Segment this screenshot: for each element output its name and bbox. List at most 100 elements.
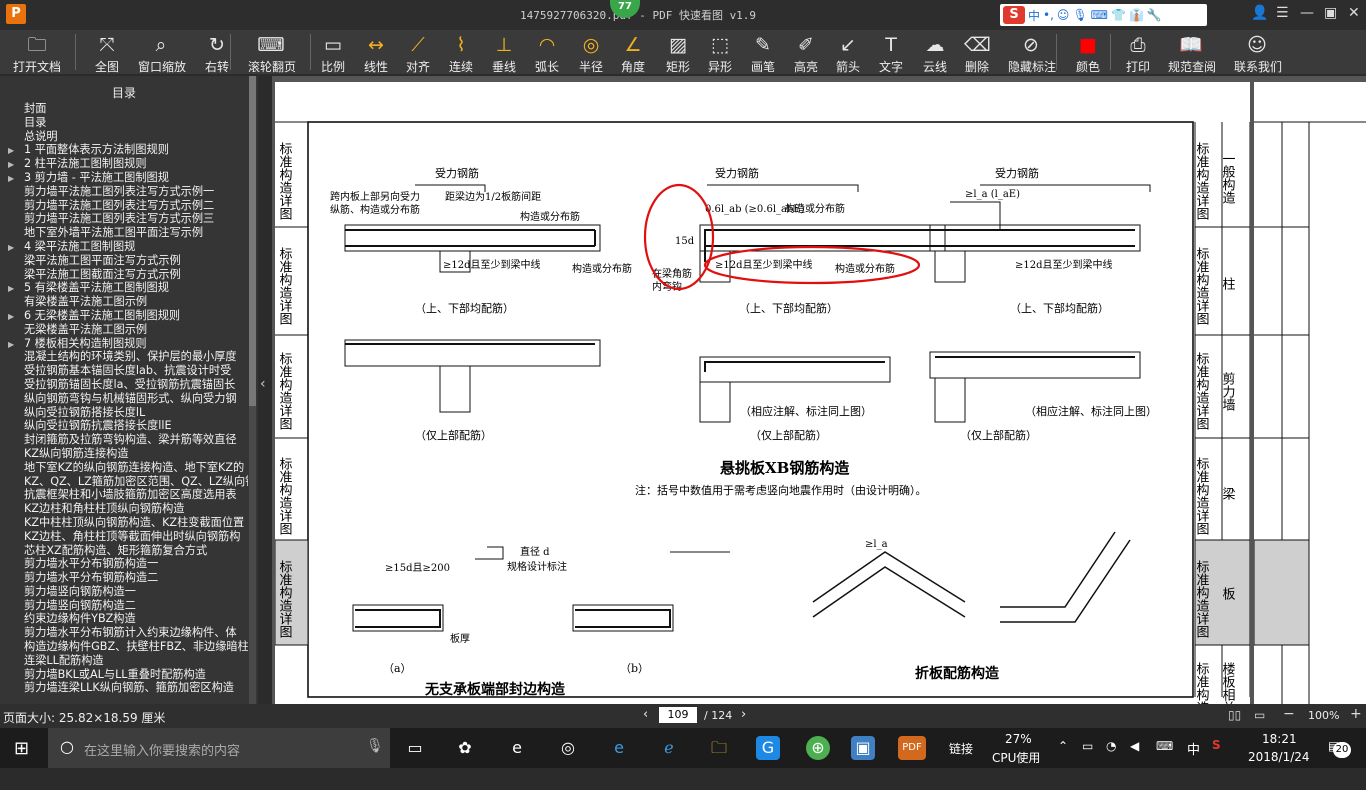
expand-arrow-icon[interactable]: ▶ (8, 241, 24, 254)
toc-item[interactable]: ▶ 2 柱平法施工图制图规则 (0, 157, 248, 171)
zoom-in-button[interactable]: + (1350, 706, 1362, 722)
toc-item[interactable]: 受拉钢筋锚固长度la、受拉钢筋抗震锚固长 (0, 378, 248, 392)
toc-item[interactable]: 地下室KZ的纵向钢筋连接构造、地下室KZ的 (0, 461, 248, 475)
toolbar-rotate-button[interactable]: ↻ 右转 (204, 30, 230, 74)
pdf-page-next[interactable] (1253, 82, 1366, 704)
toolbar-rect-button[interactable]: ▨ 矩形 (665, 30, 691, 74)
toc-item[interactable]: 剪力墙平法施工图列表注写方式示例三 (0, 212, 248, 226)
continuous-page-icon[interactable]: ▭ (1254, 708, 1265, 722)
toc-item[interactable]: KZ纵向钢筋连接构造 (0, 447, 248, 461)
toolbar-shape-button[interactable]: ⬚ 异形 (707, 30, 733, 74)
toc-item[interactable]: ▶ 3 剪力墙 - 平法施工图制图规 (0, 171, 248, 185)
edge-blue-icon[interactable]: e (607, 736, 631, 760)
minimize-button[interactable]: — (1300, 5, 1314, 21)
volume-icon[interactable]: ◀ (1130, 739, 1139, 779)
ime-punct-icon[interactable]: •, (1043, 8, 1054, 22)
clock-date[interactable]: 2018/1/24 (1248, 750, 1310, 790)
toolbar-continuous-button[interactable]: ⌇ 连续 (448, 30, 474, 74)
ime-toolbar[interactable]: S 中 •, ☺ 🎙 ⌨ 👕 👔 🔧 (1000, 4, 1207, 26)
ime-tools-icon[interactable]: 🔧 (1147, 8, 1162, 22)
expand-arrow-icon[interactable]: ▶ (8, 144, 24, 157)
toc-item[interactable]: 剪力墙水平分布钢筋构造二 (0, 571, 248, 585)
fan-app-icon[interactable]: ✿ (453, 736, 477, 760)
toolbar-radius-button[interactable]: ◎ 半径 (578, 30, 604, 74)
edge-icon[interactable]: e (505, 736, 529, 760)
toc-item[interactable]: 梁平法施工图平面注写方式示例 (0, 254, 248, 268)
toolbar-print-button[interactable]: ⎙ 打印 (1125, 30, 1151, 74)
toolbar-eraser-button[interactable]: ⌫ 删除 (964, 30, 991, 74)
green-app-icon[interactable]: ⊕ (806, 736, 830, 760)
ime-skin-icon[interactable]: 👔 (1129, 8, 1144, 22)
mic-icon[interactable]: 🎙 (366, 738, 384, 754)
pdf-app-icon[interactable]: PDF (898, 736, 926, 760)
toc-item[interactable]: 抗震框架柱和小墙肢箍筋加密区高度选用表 (0, 488, 248, 502)
toc-item[interactable]: ▶ 1 平面整体表示方法制图规则 (0, 143, 248, 157)
toolbar-contact-button[interactable]: ☺ 联系我们 (1234, 30, 1282, 74)
toolbar-mouse-button[interactable]: ⌨ 滚轮翻页 (248, 30, 296, 74)
spiral-app-icon[interactable]: ◎ (556, 736, 580, 760)
app-logo-icon[interactable]: P (6, 4, 26, 24)
toc-item[interactable]: 地下室外墙平法施工图平面注写示例 (0, 226, 248, 240)
expand-arrow-icon[interactable]: ▶ (8, 338, 24, 351)
toolbar-text-button[interactable]: T 文字 (878, 30, 904, 74)
input-lang[interactable]: 中 (1187, 739, 1200, 779)
toolbar-arrow-button[interactable]: ↙ 箭头 (835, 30, 861, 74)
toc-item[interactable]: ▶ 5 有梁楼盖平法施工图制图规 (0, 281, 248, 295)
file-explorer-icon[interactable]: 🗀 (707, 736, 731, 760)
toc-item[interactable]: 封面 (0, 102, 248, 116)
toolbar-arc-button[interactable]: ◠ 弧长 (534, 30, 560, 74)
tray-chevron-icon[interactable]: ⌃ (1058, 739, 1068, 779)
task-view-icon[interactable]: ▭ (403, 736, 427, 760)
notification-badge[interactable]: 20 (1333, 742, 1351, 758)
link-label[interactable]: 链接 (949, 740, 973, 780)
single-page-icon[interactable]: ▯▯ (1228, 708, 1241, 722)
toc-item[interactable]: 目录 (0, 116, 248, 130)
toc-item[interactable]: KZ中柱柱顶纵向钢筋构造、KZ柱变截面位置 (0, 516, 248, 530)
toolbar-zoom-button[interactable]: ⌕ 窗口缩放 (138, 30, 186, 74)
toc-item[interactable]: ▶ 4 梁平法施工图制图规 (0, 240, 248, 254)
close-button[interactable]: ✕ (1348, 5, 1360, 21)
ie-icon[interactable]: ℯ (657, 736, 681, 760)
toc-scrollbar-thumb[interactable] (249, 76, 256, 406)
toc-item[interactable]: 总说明 (0, 130, 248, 144)
account-icon[interactable]: 👤 (1251, 5, 1268, 21)
browser-g-icon[interactable]: G (756, 736, 780, 760)
toc-item[interactable]: 剪力墙竖向钢筋构造二 (0, 599, 248, 613)
toolbar-fit-button[interactable]: ⤧ 全图 (92, 30, 122, 74)
toc-item[interactable]: 剪力墙水平分布钢筋构造一 (0, 557, 248, 571)
expand-arrow-icon[interactable]: ▶ (8, 282, 24, 295)
zoom-out-button[interactable]: − (1283, 706, 1295, 722)
search-placeholder[interactable]: 在这里输入你要搜索的内容 (84, 740, 240, 759)
toc-item[interactable]: 剪力墙平法施工图列表注写方式示例二 (0, 199, 248, 213)
toolbar-angle-button[interactable]: ∠ 角度 (620, 30, 646, 74)
zoom-level[interactable]: 100% (1308, 709, 1339, 722)
ime-keyboard-icon[interactable]: ⌨ (1091, 8, 1108, 22)
toc-item[interactable]: 纵向钢筋弯钩与机械锚固形式、纵向受力钢 (0, 392, 248, 406)
toc-item[interactable]: 连梁LL配筋构造 (0, 654, 248, 668)
pdf-page[interactable]: 受力钢筋 跨内板上部另向受力 纵筋、构造或分布筋 距梁边为1/2板筋间距 构造或… (274, 82, 1251, 740)
expand-arrow-icon[interactable]: ▶ (8, 158, 24, 171)
toc-item[interactable]: KZ、QZ、LZ箍筋加密区范围、QZ、LZ纵向钢 (0, 475, 248, 489)
toc-item[interactable]: 剪力墙BKL或AL与LL重叠时配筋构造 (0, 668, 248, 682)
toolbar-book-button[interactable]: 📖 规范查阅 (1168, 30, 1216, 74)
toolbar-perpendicular-button[interactable]: ⊥ 垂线 (491, 30, 517, 74)
expand-arrow-icon[interactable]: ▶ (8, 310, 24, 323)
page-number-input[interactable]: 109 (659, 707, 697, 723)
battery-icon[interactable]: ▭ (1082, 739, 1093, 779)
ime-emoji-icon[interactable]: ☺ (1057, 8, 1070, 22)
sidebar-collapse[interactable]: ‹ (258, 76, 272, 704)
document-view[interactable]: 受力钢筋 跨内板上部另向受力 纵筋、构造或分布筋 距梁边为1/2板筋间距 构造或… (272, 76, 1366, 740)
toc-item[interactable]: ▶ 6 无梁楼盖平法施工图制图规则 (0, 309, 248, 323)
ime-mode[interactable]: 中 (1028, 7, 1040, 24)
toc-item[interactable]: KZ边柱、角柱柱顶等截面伸出时纵向钢筋构 (0, 530, 248, 544)
chevron-left-icon[interactable]: ‹ (260, 376, 266, 392)
next-page-button[interactable]: › (741, 707, 746, 722)
toc-item[interactable]: 剪力墙水平分布钢筋计入约束边缘构件、体 (0, 626, 248, 640)
toc-item[interactable]: 构造边缘构件GBZ、扶壁柱FBZ、非边缘暗柱 (0, 640, 248, 654)
toc-item[interactable]: 受拉钢筋基本锚固长度lab、抗震设计时受 (0, 364, 248, 378)
toc-item[interactable]: 剪力墙平法施工图列表注写方式示例一 (0, 185, 248, 199)
toolbar-align-button[interactable]: ⟋ 对齐 (405, 30, 431, 74)
toolbar-folder-button[interactable]: 🗀 打开文档 (12, 30, 62, 74)
toolbar-pen-button[interactable]: ✎ 画笔 (750, 30, 776, 74)
sogou-logo-icon[interactable]: S (1003, 6, 1025, 24)
